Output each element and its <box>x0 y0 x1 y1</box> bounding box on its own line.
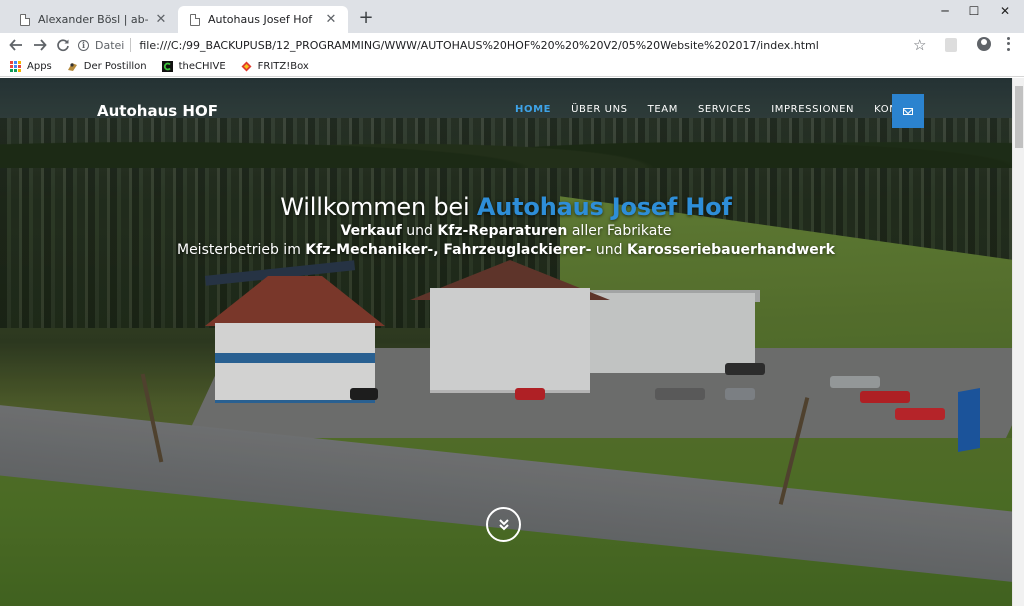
headline-prefix: Willkommen bei <box>280 193 477 221</box>
chive-icon <box>161 61 173 72</box>
maximize-button[interactable]: ☐ <box>957 0 991 22</box>
hero-tagline: Meisterbetrieb im Kfz-Mechaniker-, Fahrz… <box>0 242 1012 258</box>
tab-title: Alexander Bösl | ab-multimedia.at <box>38 13 148 26</box>
browser-toolbar: i Datei file:///C:/99_BACKUPUSB/12_PROGR… <box>0 33 1024 57</box>
subline-sales: Verkauf <box>340 223 402 239</box>
fritzbox-icon <box>241 61 252 72</box>
bookmark-thechive[interactable]: theCHIVE <box>161 61 226 72</box>
subline-repairs: Kfz-Reparaturen <box>437 223 568 239</box>
kebab-menu-icon[interactable] <box>1003 36 1013 52</box>
tab-autohaus-josef-hof[interactable]: Autohaus Josef Hof ✕ <box>178 6 348 33</box>
close-tab-icon[interactable]: ✕ <box>154 12 168 27</box>
bookmark-label: theCHIVE <box>178 61 226 72</box>
tagline-and: und <box>591 242 627 258</box>
bookmark-fritzbox[interactable]: FRITZ!Box <box>241 61 309 72</box>
site-brand[interactable]: Autohaus HOF <box>97 102 218 120</box>
reload-icon[interactable] <box>54 36 72 54</box>
tagline-prefix: Meisterbetrieb im <box>176 242 306 258</box>
bookmark-apps[interactable]: Apps <box>10 61 52 72</box>
tab-alexander-boesl[interactable]: Alexander Bösl | ab-multimedia.at ✕ <box>8 6 178 33</box>
info-icon[interactable]: i <box>78 39 89 51</box>
close-tab-icon[interactable]: ✕ <box>324 12 338 27</box>
hero-headline: Willkommen bei Autohaus Josef Hof <box>0 193 1012 221</box>
divider <box>130 38 132 52</box>
scrollbar-thumb[interactable] <box>1015 86 1023 148</box>
new-tab-button[interactable]: + <box>356 8 376 28</box>
nav-home[interactable]: HOME <box>515 104 551 115</box>
chevron-double-down-icon <box>498 518 509 530</box>
tab-strip: Alexander Bösl | ab-multimedia.at ✕ Auto… <box>0 0 1024 33</box>
bookmark-star-icon[interactable]: ☆ <box>913 36 926 54</box>
subline-and: und <box>401 223 438 239</box>
site-nav: HOME ÜBER UNS TEAM SERVICES IMPRESSIONEN… <box>505 104 934 115</box>
apps-grid-icon <box>10 61 21 72</box>
hero-subline: Verkauf und Kfz-Reparaturen aller Fabrik… <box>0 223 1012 239</box>
bookmark-label: FRITZ!Box <box>257 61 309 72</box>
bookmarks-bar: Apps Der Postillon theCHIVE FRITZ!Box <box>0 57 1024 77</box>
headline-accent: Autohaus Josef Hof <box>476 193 732 221</box>
hero-text: Willkommen bei Autohaus Josef Hof Verkau… <box>0 193 1012 258</box>
page-viewport: Autohaus HOF HOME ÜBER UNS TEAM SERVICES… <box>0 78 1012 606</box>
page-scrollbar[interactable] <box>1012 78 1024 606</box>
bookmark-label: Apps <box>27 61 52 72</box>
forward-arrow-icon[interactable] <box>31 36 49 54</box>
url-text[interactable]: file:///C:/99_BACKUPUSB/12_PROGRAMMING/W… <box>139 39 818 52</box>
subline-rest: aller Fabrikate <box>567 223 672 239</box>
nav-team[interactable]: TEAM <box>648 104 678 115</box>
postillon-icon <box>67 61 78 72</box>
page-icon <box>190 13 200 26</box>
bookmark-der-postillon[interactable]: Der Postillon <box>67 61 147 72</box>
close-window-button[interactable]: ✕ <box>988 0 1022 22</box>
scroll-down-button[interactable] <box>486 507 521 542</box>
nav-services[interactable]: SERVICES <box>698 104 751 115</box>
page-icon <box>20 13 30 26</box>
envelope-icon <box>903 107 913 115</box>
mail-button[interactable] <box>892 94 924 128</box>
tab-title: Autohaus Josef Hof <box>208 13 313 26</box>
bookmark-label: Der Postillon <box>83 61 147 72</box>
address-bar[interactable]: i Datei file:///C:/99_BACKUPUSB/12_PROGR… <box>78 34 938 56</box>
nav-ueber-uns[interactable]: ÜBER UNS <box>571 104 628 115</box>
tagline-body-shop: Karosseriebauerhandwerk <box>626 242 835 258</box>
nav-impressionen[interactable]: IMPRESSIONEN <box>771 104 854 115</box>
extension-icon[interactable] <box>945 38 957 52</box>
back-arrow-icon[interactable] <box>7 36 25 54</box>
scheme-label: Datei <box>95 38 125 52</box>
tagline-trades: Kfz-Mechaniker-, Fahrzeuglackierer- <box>305 242 592 258</box>
account-icon[interactable] <box>977 37 991 51</box>
